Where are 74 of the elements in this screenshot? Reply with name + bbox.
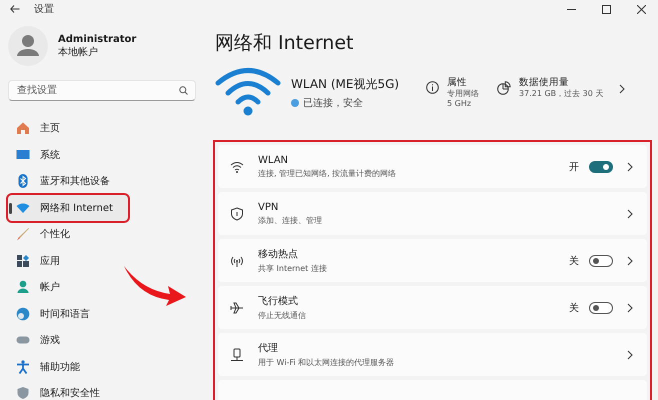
- chevron-right-icon[interactable]: [627, 208, 633, 218]
- accessibility-icon: [16, 360, 30, 374]
- search-field[interactable]: 查找设置: [8, 80, 196, 101]
- wifi-icon: [230, 160, 244, 174]
- sidebar-item[interactable]: 系统: [8, 142, 196, 168]
- toggle-state-label: 关: [569, 302, 579, 314]
- sidebar-item[interactable]: 游戏: [8, 327, 196, 354]
- setting-title: 移动热点: [258, 248, 299, 261]
- sidebar-item[interactable]: 应用: [8, 248, 196, 274]
- user-name: Administrator: [58, 34, 136, 44]
- setting-description: 连接, 管理已知网络, 按流量计费的网络: [258, 168, 398, 178]
- brush-icon: [16, 227, 30, 242]
- search-icon: [179, 86, 188, 95]
- network-icon: [16, 200, 30, 215]
- sidebar-item[interactable]: 时间和语言: [8, 300, 196, 327]
- bluetooth-icon: [16, 174, 30, 188]
- curved-arrow-annotation: [122, 264, 188, 306]
- maximize-icon[interactable]: [602, 4, 611, 14]
- sidebar-item[interactable]: 辅助功能: [8, 354, 196, 380]
- setting-title: 代理: [258, 342, 279, 355]
- chevron-right-icon[interactable]: [627, 302, 633, 312]
- sidebar-item[interactable]: 个性化: [8, 221, 196, 248]
- toggle-state-label: 关: [569, 254, 579, 268]
- properties-detail: 专用网络: [447, 89, 479, 100]
- chevron-right-icon[interactable]: [627, 162, 633, 172]
- pie-chart-icon[interactable]: [497, 81, 511, 95]
- data-usage-title[interactable]: 数据使用量: [519, 76, 604, 89]
- chevron-right-icon[interactable]: [619, 84, 626, 94]
- properties-detail: 5 GHz: [447, 99, 472, 110]
- setting-title: VPN: [258, 202, 280, 212]
- sidebar-item[interactable]: 主页: [8, 115, 196, 142]
- apps-icon: [16, 254, 30, 268]
- chevron-right-icon[interactable]: [627, 350, 633, 360]
- data-usage-detail: 37.21 GB，过去 30 天: [519, 89, 604, 100]
- network-name: WLAN (ME视光5G): [291, 76, 400, 93]
- settings-row[interactable]: VPN 添加、连接、管理: [218, 192, 647, 235]
- window-title: 设置: [34, 2, 54, 16]
- toggle-switch[interactable]: [589, 254, 613, 266]
- settings-row[interactable]: WLAN 连接, 管理已知网络, 按流量计费的网络 开: [218, 145, 647, 188]
- properties-title[interactable]: 属性: [447, 76, 479, 89]
- toggle-switch[interactable]: [589, 302, 613, 314]
- account-icon: [16, 280, 30, 294]
- monitor-icon: [230, 348, 244, 362]
- chevron-right-icon[interactable]: [627, 256, 633, 266]
- settings-row[interactable]: 代理 用于 Wi-Fi 和以太网连接的代理服务器: [218, 333, 647, 376]
- connected-status-icon: [291, 99, 299, 107]
- close-icon[interactable]: [637, 4, 646, 14]
- page-title: 网络和 Internet: [215, 31, 354, 56]
- settings-row[interactable]: 飞行模式 停止无线通信 关: [218, 286, 647, 329]
- setting-description: 用于 Wi-Fi 和以太网连接的代理服务器: [258, 357, 396, 368]
- sidebar-item[interactable]: 帐户: [8, 274, 196, 300]
- settings-row[interactable]: 移动热点 共享 Internet 连接 关: [218, 239, 647, 282]
- shield-icon: [230, 206, 244, 220]
- account-type: 本地帐户: [58, 46, 99, 58]
- sidebar-item[interactable]: 隐私和安全性: [8, 380, 196, 400]
- back-arrow-icon[interactable]: [10, 5, 20, 13]
- airplane-icon: [230, 300, 244, 314]
- shield-icon: [16, 386, 30, 400]
- setting-description: 共享 Internet 连接: [258, 263, 328, 274]
- sidebar-item[interactable]: 蓝牙和其他设备: [8, 168, 196, 194]
- setting-description: 停止无线通信: [258, 310, 307, 321]
- setting-title: 飞行模式: [258, 294, 299, 308]
- toggle-state-label: 开: [569, 160, 579, 174]
- home-icon: [16, 121, 30, 136]
- setting-title: WLAN: [258, 154, 290, 166]
- connection-status: 已连接，安全: [303, 96, 363, 110]
- sidebar-item[interactable]: 网络和 Internet: [8, 194, 128, 221]
- wifi-icon: [215, 66, 281, 116]
- toggle-switch[interactable]: [589, 160, 613, 172]
- setting-description: 添加、连接、管理: [258, 214, 323, 226]
- globe-icon: [16, 306, 30, 321]
- avatar-icon: [8, 26, 48, 66]
- system-icon: [16, 148, 30, 162]
- info-icon[interactable]: [426, 81, 439, 94]
